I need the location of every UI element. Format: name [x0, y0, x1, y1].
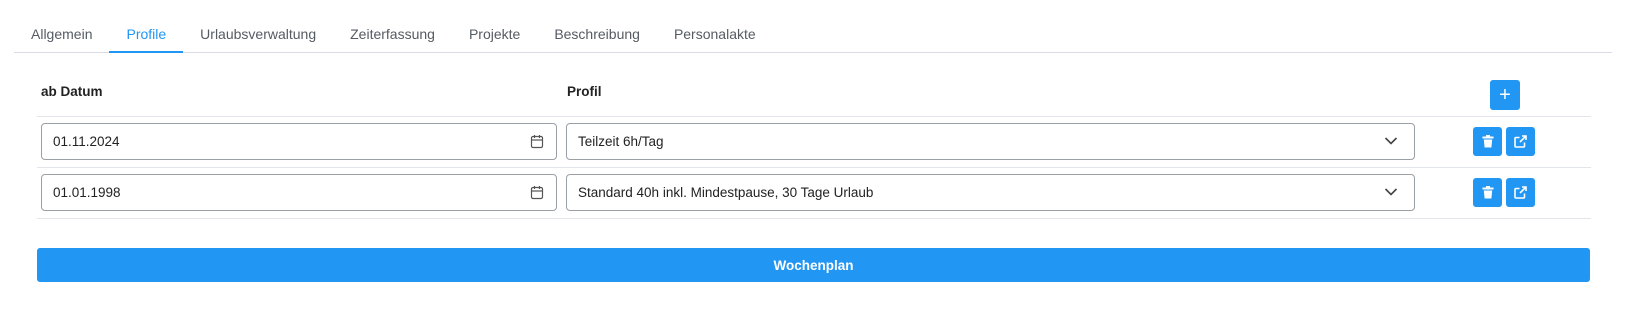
wochenplan-label: Wochenplan [773, 257, 854, 273]
date-field-row-1[interactable]: 01.11.2024 [41, 123, 557, 160]
open-profile-button-row-1[interactable] [1506, 127, 1535, 156]
profile-value: Standard 40h inkl. Mindestpause, 30 Tage… [578, 185, 874, 200]
delete-button-row-1[interactable] [1473, 127, 1502, 156]
external-link-icon [1514, 135, 1527, 148]
open-profile-button-row-2[interactable] [1506, 178, 1535, 207]
column-header-date: ab Datum [41, 84, 103, 99]
wochenplan-button[interactable]: Wochenplan [37, 248, 1590, 282]
tab-beschreibung[interactable]: Beschreibung [537, 14, 657, 52]
trash-icon [1482, 186, 1493, 199]
delete-button-row-2[interactable] [1473, 178, 1502, 207]
date-field-row-2[interactable]: 01.01.1998 [41, 174, 557, 211]
calendar-icon[interactable] [530, 134, 544, 149]
tab-urlaubsverwaltung[interactable]: Urlaubsverwaltung [183, 14, 333, 52]
date-value: 01.01.1998 [53, 185, 121, 200]
add-profile-button[interactable]: + [1490, 80, 1520, 110]
row-divider [37, 167, 1591, 168]
column-header-profile: Profil [567, 84, 602, 99]
external-link-icon [1514, 186, 1527, 199]
tab-personalakte[interactable]: Personalakte [657, 14, 773, 52]
calendar-icon[interactable] [530, 185, 544, 200]
profile-value: Teilzeit 6h/Tag [578, 134, 664, 149]
row-divider [37, 218, 1591, 219]
tab-allgemein[interactable]: Allgemein [14, 14, 109, 52]
profile-select-row-1[interactable]: Teilzeit 6h/Tag [566, 123, 1415, 160]
chevron-down-icon [1384, 137, 1398, 145]
plus-icon: + [1499, 84, 1511, 106]
row-divider [37, 116, 1591, 117]
tab-bar: Allgemein Profile Urlaubsverwaltung Zeit… [14, 14, 1612, 53]
tab-projekte[interactable]: Projekte [452, 14, 537, 52]
tab-profile[interactable]: Profile [109, 14, 183, 53]
tab-zeiterfassung[interactable]: Zeiterfassung [333, 14, 452, 52]
trash-icon [1482, 135, 1493, 148]
profile-select-row-2[interactable]: Standard 40h inkl. Mindestpause, 30 Tage… [566, 174, 1415, 211]
date-value: 01.11.2024 [53, 134, 120, 149]
chevron-down-icon [1384, 188, 1398, 196]
